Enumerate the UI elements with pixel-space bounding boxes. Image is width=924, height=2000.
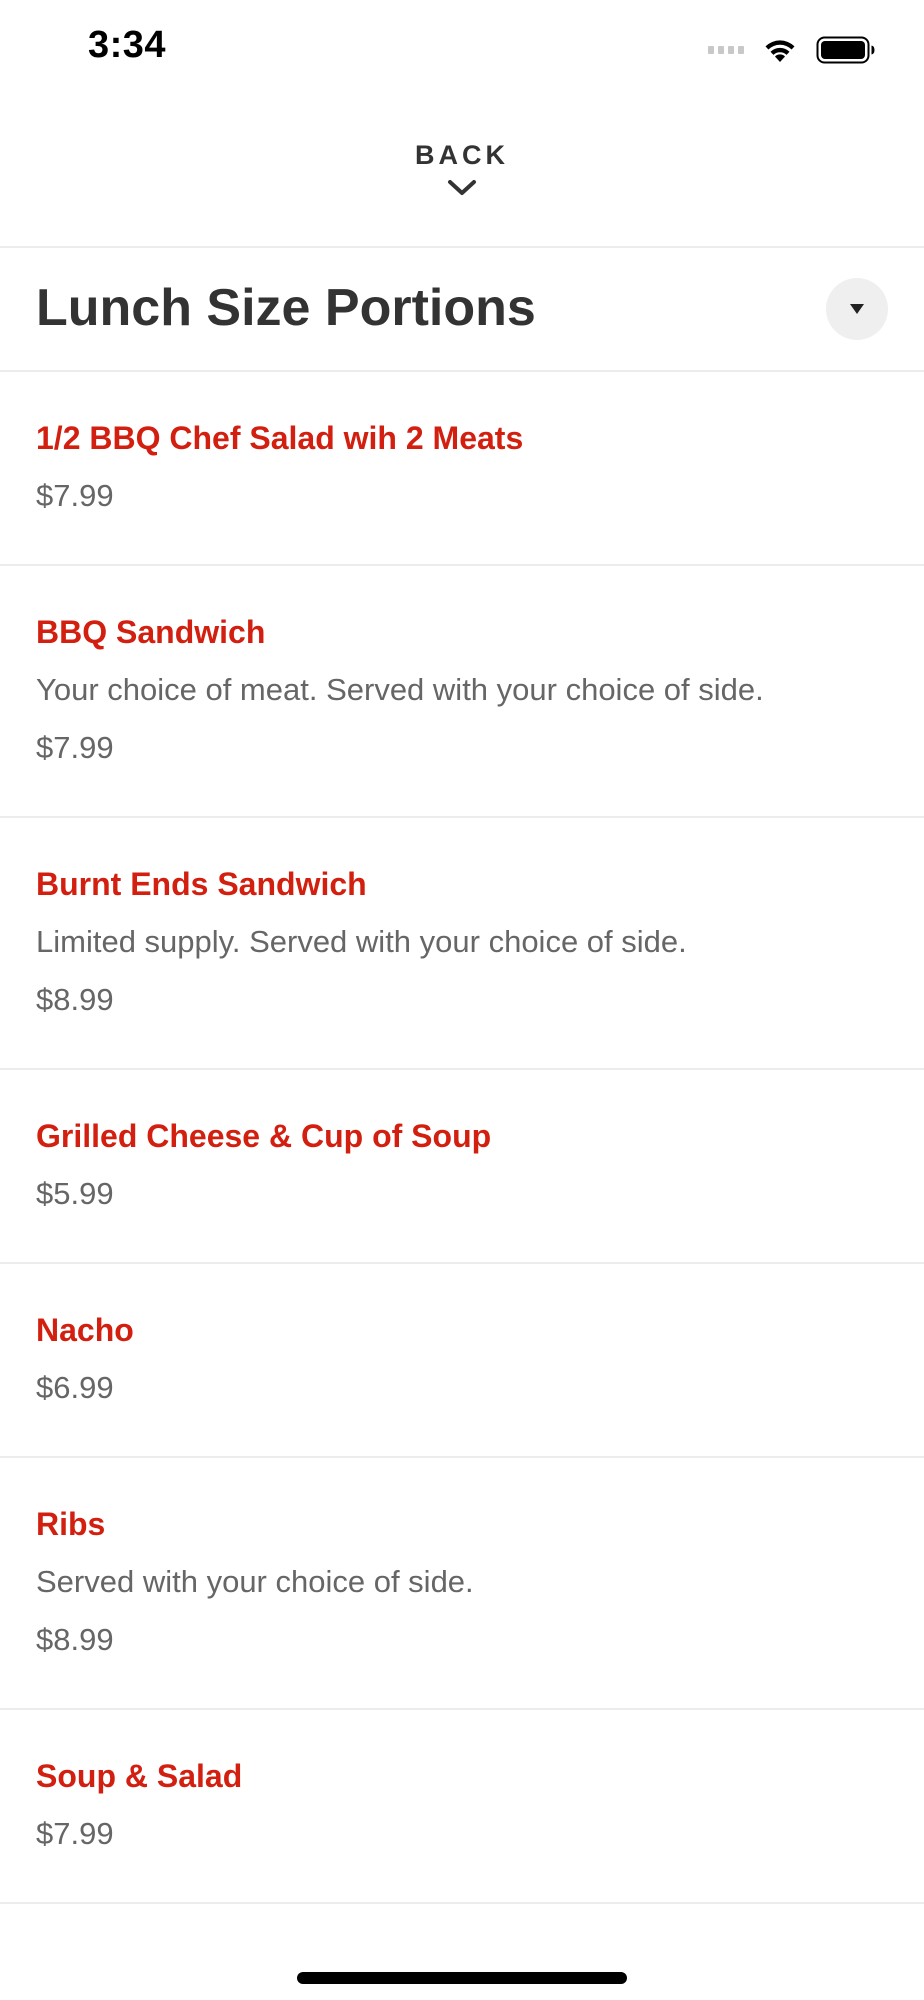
item-price: $5.99: [36, 1176, 114, 1211]
back-label: BACK: [415, 140, 509, 170]
collapse-section-button[interactable]: [826, 278, 888, 340]
item-description: Served with your choice of side.: [36, 1564, 474, 1599]
item-description: Limited supply. Served with your choice …: [36, 924, 687, 959]
item-name: BBQ Sandwich: [36, 614, 266, 650]
item-description: Your choice of meat. Served with your ch…: [36, 672, 764, 707]
back-button[interactable]: BACK: [0, 130, 924, 246]
item-name: Ribs: [36, 1506, 106, 1542]
chevron-down-icon: [448, 180, 476, 195]
item-price: $7.99: [36, 1816, 114, 1851]
menu-item[interactable]: Nacho $6.99: [0, 1264, 924, 1458]
menu-item[interactable]: 1/2 BBQ Chef Salad wih 2 Meats $7.99: [0, 372, 924, 566]
item-name: 1/2 BBQ Chef Salad wih 2 Meats: [36, 420, 524, 456]
status-bar: 3:34: [0, 0, 924, 100]
status-icons: [708, 32, 876, 68]
signal-icon: [708, 46, 744, 54]
home-indicator: [297, 1972, 627, 1984]
item-price: $8.99: [36, 982, 114, 1017]
item-name: Grilled Cheese & Cup of Soup: [36, 1118, 492, 1154]
item-price: $7.99: [36, 730, 114, 765]
caret-down-icon: [850, 304, 864, 314]
menu-item[interactable]: Burnt Ends Sandwich Limited supply. Serv…: [0, 818, 924, 1070]
wifi-icon: [765, 40, 795, 62]
item-name: Nacho: [36, 1312, 134, 1348]
menu-item[interactable]: Grilled Cheese & Cup of Soup $5.99: [0, 1070, 924, 1264]
menu-list: 1/2 BBQ Chef Salad wih 2 Meats $7.99 BBQ…: [0, 372, 924, 1904]
status-time: 3:34: [88, 24, 167, 66]
item-price: $7.99: [36, 478, 114, 513]
item-price: $8.99: [36, 1622, 114, 1657]
item-price: $6.99: [36, 1370, 114, 1405]
section-header: Lunch Size Portions: [0, 248, 924, 372]
section-title: Lunch Size Portions: [36, 279, 536, 337]
item-name: Soup & Salad: [36, 1758, 243, 1794]
menu-item[interactable]: BBQ Sandwich Your choice of meat. Served…: [0, 566, 924, 818]
battery-icon: [816, 36, 875, 64]
item-name: Burnt Ends Sandwich: [36, 866, 367, 902]
menu-item[interactable]: Ribs Served with your choice of side. $8…: [0, 1458, 924, 1710]
menu-item[interactable]: Soup & Salad $7.99: [0, 1710, 924, 1904]
